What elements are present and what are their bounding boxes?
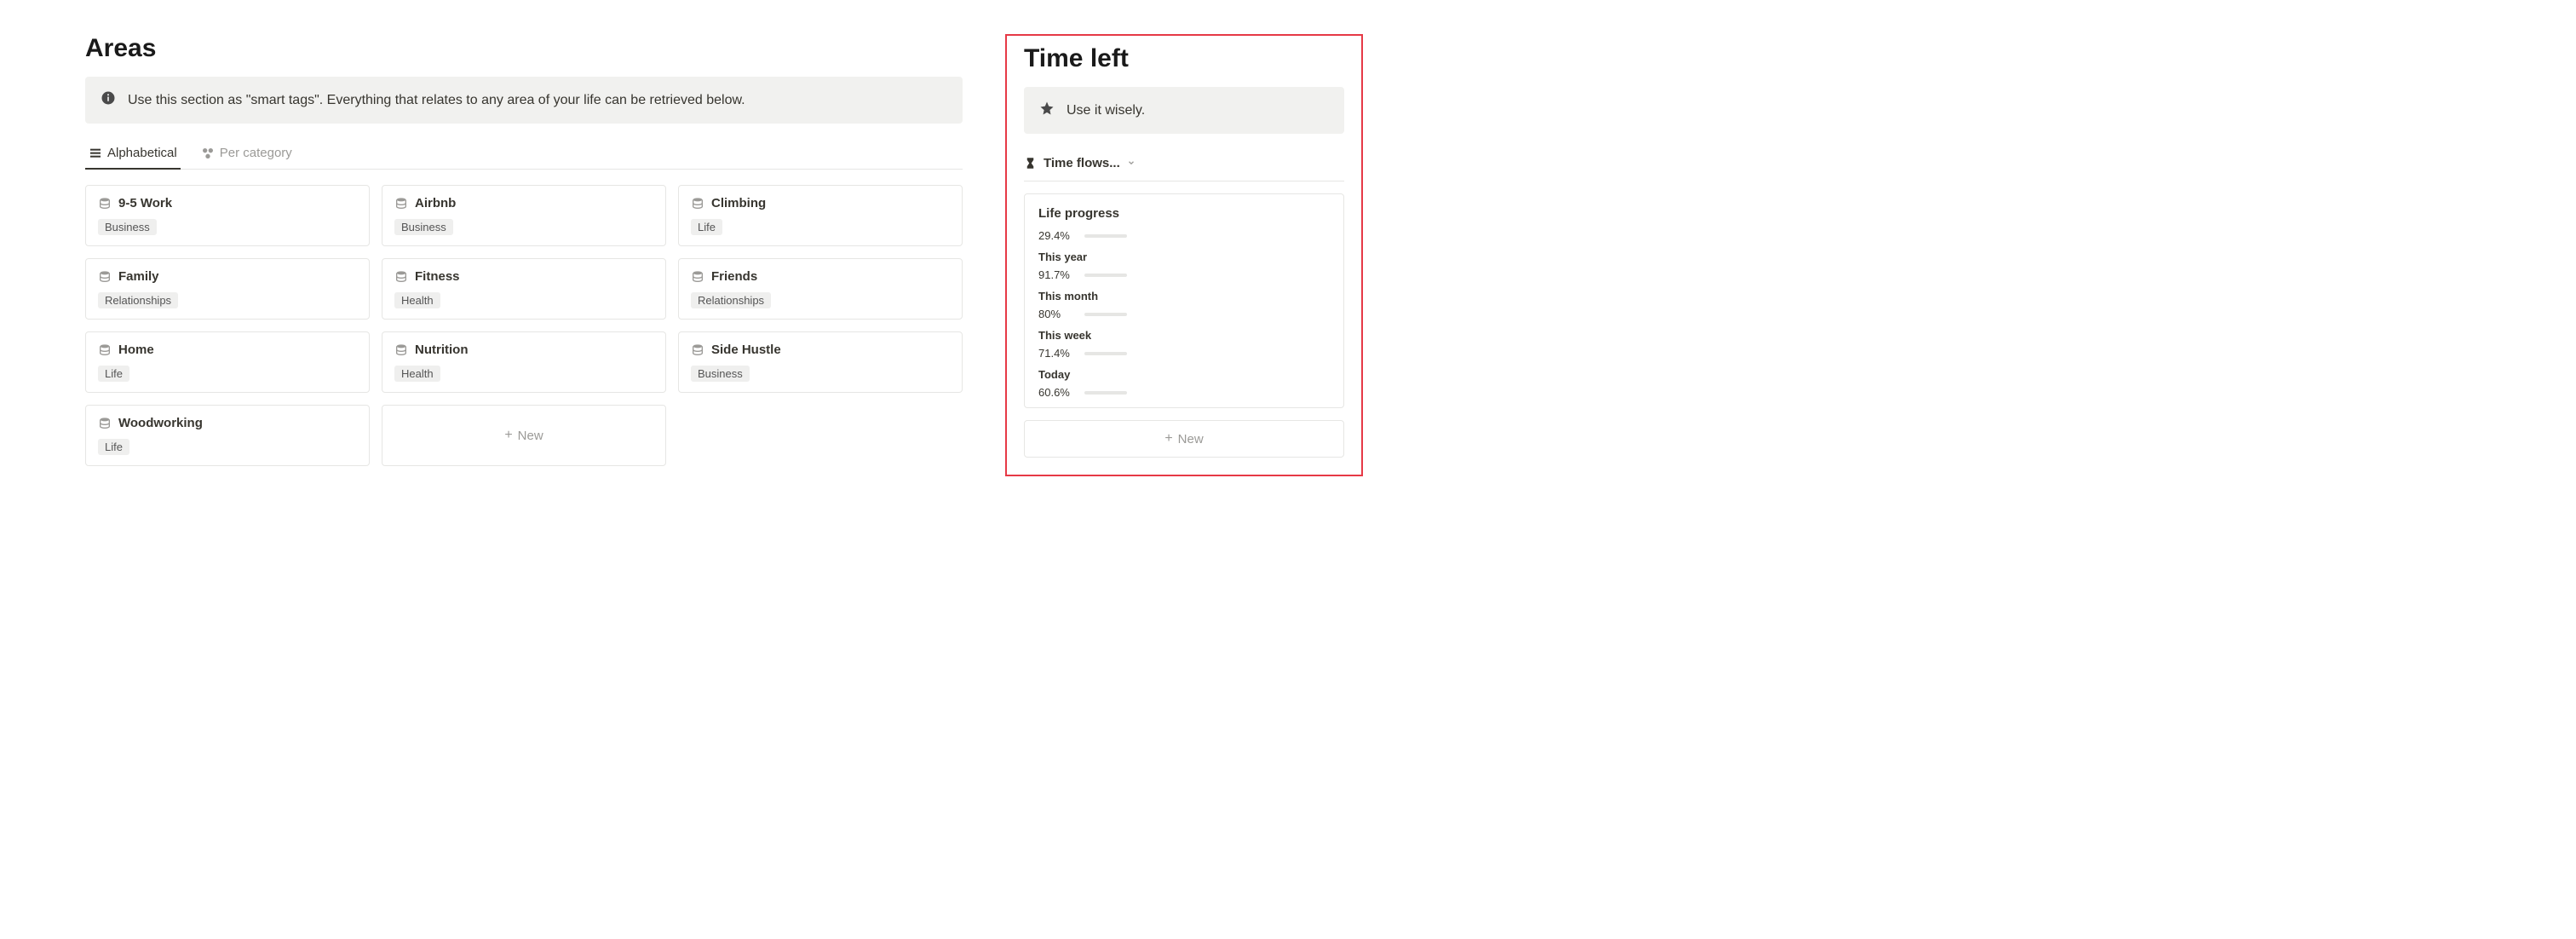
areas-tabs: Alphabetical Per category [85, 139, 963, 170]
database-icon [98, 270, 112, 284]
progress-label: Today [1038, 368, 1330, 381]
areas-callout: Use this section as "smart tags". Everyt… [85, 77, 963, 124]
time-left-callout: Use it wisely. [1024, 87, 1344, 134]
card-title: Woodworking [118, 416, 203, 430]
progress-label: This month [1038, 290, 1330, 302]
new-label: New [518, 429, 543, 443]
new-area-button[interactable]: + New [382, 405, 666, 466]
card-tag: Relationships [98, 292, 178, 308]
area-card[interactable]: 9-5 Work Business [85, 185, 370, 246]
star-icon [1039, 101, 1055, 120]
card-tag: Health [394, 292, 440, 308]
tab-label: Per category [220, 146, 292, 160]
card-title: Side Hustle [711, 343, 781, 357]
progress-row: 71.4% [1038, 347, 1330, 360]
time-left-section: Time left Use it wisely. Time flows... L… [1005, 34, 1363, 476]
time-left-callout-text: Use it wisely. [1067, 103, 1145, 118]
database-icon [98, 343, 112, 357]
hourglass-icon [1024, 157, 1037, 170]
toggle-label: Time flows... [1044, 156, 1120, 170]
card-tag: Life [98, 366, 129, 382]
chevron-down-icon [1127, 158, 1136, 170]
card-tag: Life [98, 439, 129, 455]
plus-icon: + [504, 428, 512, 443]
life-progress-card[interactable]: Life progress 29.4% This year 91.7% This mo… [1024, 193, 1344, 408]
card-title: Home [118, 343, 154, 357]
database-icon [394, 197, 408, 210]
card-tag: Relationships [691, 292, 771, 308]
progress-label: This week [1038, 329, 1330, 342]
progress-bar [1084, 313, 1127, 316]
progress-row: 91.7% [1038, 268, 1330, 281]
new-time-button[interactable]: + New [1024, 420, 1344, 458]
progress-bar [1084, 391, 1127, 395]
tab-label: Alphabetical [107, 146, 177, 160]
card-title: Nutrition [415, 343, 468, 357]
areas-title: Areas [85, 34, 963, 63]
card-tag: Business [691, 366, 750, 382]
area-card[interactable]: Climbing Life [678, 185, 963, 246]
progress-bar [1084, 234, 1127, 238]
progress-bar [1084, 274, 1127, 277]
group-icon [201, 147, 215, 160]
database-icon [691, 197, 704, 210]
card-tag: Business [98, 219, 157, 235]
areas-section: Areas Use this section as "smart tags". … [85, 34, 963, 476]
progress-percent: 71.4% [1038, 347, 1076, 360]
area-card[interactable]: Fitness Health [382, 258, 666, 320]
progress-bar [1084, 352, 1127, 355]
progress-list: 29.4% This year 91.7% This month 80% This wee… [1038, 229, 1330, 399]
tab-alphabetical[interactable]: Alphabetical [85, 139, 181, 169]
progress-percent: 60.6% [1038, 386, 1076, 399]
area-card[interactable]: Friends Relationships [678, 258, 963, 320]
area-card[interactable]: Family Relationships [85, 258, 370, 320]
card-title: Airbnb [415, 196, 456, 210]
area-card[interactable]: Nutrition Health [382, 331, 666, 393]
progress-card-title: Life progress [1038, 206, 1330, 221]
tab-per-category[interactable]: Per category [198, 139, 296, 169]
database-icon [98, 417, 112, 430]
card-title: Friends [711, 269, 757, 284]
info-icon [101, 90, 116, 110]
area-card[interactable]: Woodworking Life [85, 405, 370, 466]
database-icon [394, 270, 408, 284]
card-title: Climbing [711, 196, 766, 210]
time-flows-toggle[interactable]: Time flows... [1024, 149, 1344, 181]
database-icon [98, 197, 112, 210]
area-card[interactable]: Side Hustle Business [678, 331, 963, 393]
areas-grid: 9-5 Work Business Airbnb Business Climbing Li… [85, 173, 963, 466]
database-icon [691, 270, 704, 284]
list-icon [89, 147, 102, 160]
plus-icon: + [1164, 431, 1172, 446]
database-icon [394, 343, 408, 357]
card-title: Fitness [415, 269, 460, 284]
area-card[interactable]: Airbnb Business [382, 185, 666, 246]
time-left-title: Time left [1024, 44, 1344, 73]
area-card[interactable]: Home Life [85, 331, 370, 393]
progress-row: 60.6% [1038, 386, 1330, 399]
database-icon [691, 343, 704, 357]
progress-label: This year [1038, 251, 1330, 263]
new-label: New [1178, 432, 1204, 446]
progress-row: 80% [1038, 308, 1330, 320]
progress-percent: 91.7% [1038, 268, 1076, 281]
card-tag: Business [394, 219, 453, 235]
card-tag: Life [691, 219, 722, 235]
card-title: Family [118, 269, 159, 284]
progress-percent: 29.4% [1038, 229, 1076, 242]
card-title: 9-5 Work [118, 196, 172, 210]
card-tag: Health [394, 366, 440, 382]
progress-row: 29.4% [1038, 229, 1330, 242]
progress-percent: 80% [1038, 308, 1076, 320]
areas-callout-text: Use this section as "smart tags". Everyt… [128, 93, 745, 108]
